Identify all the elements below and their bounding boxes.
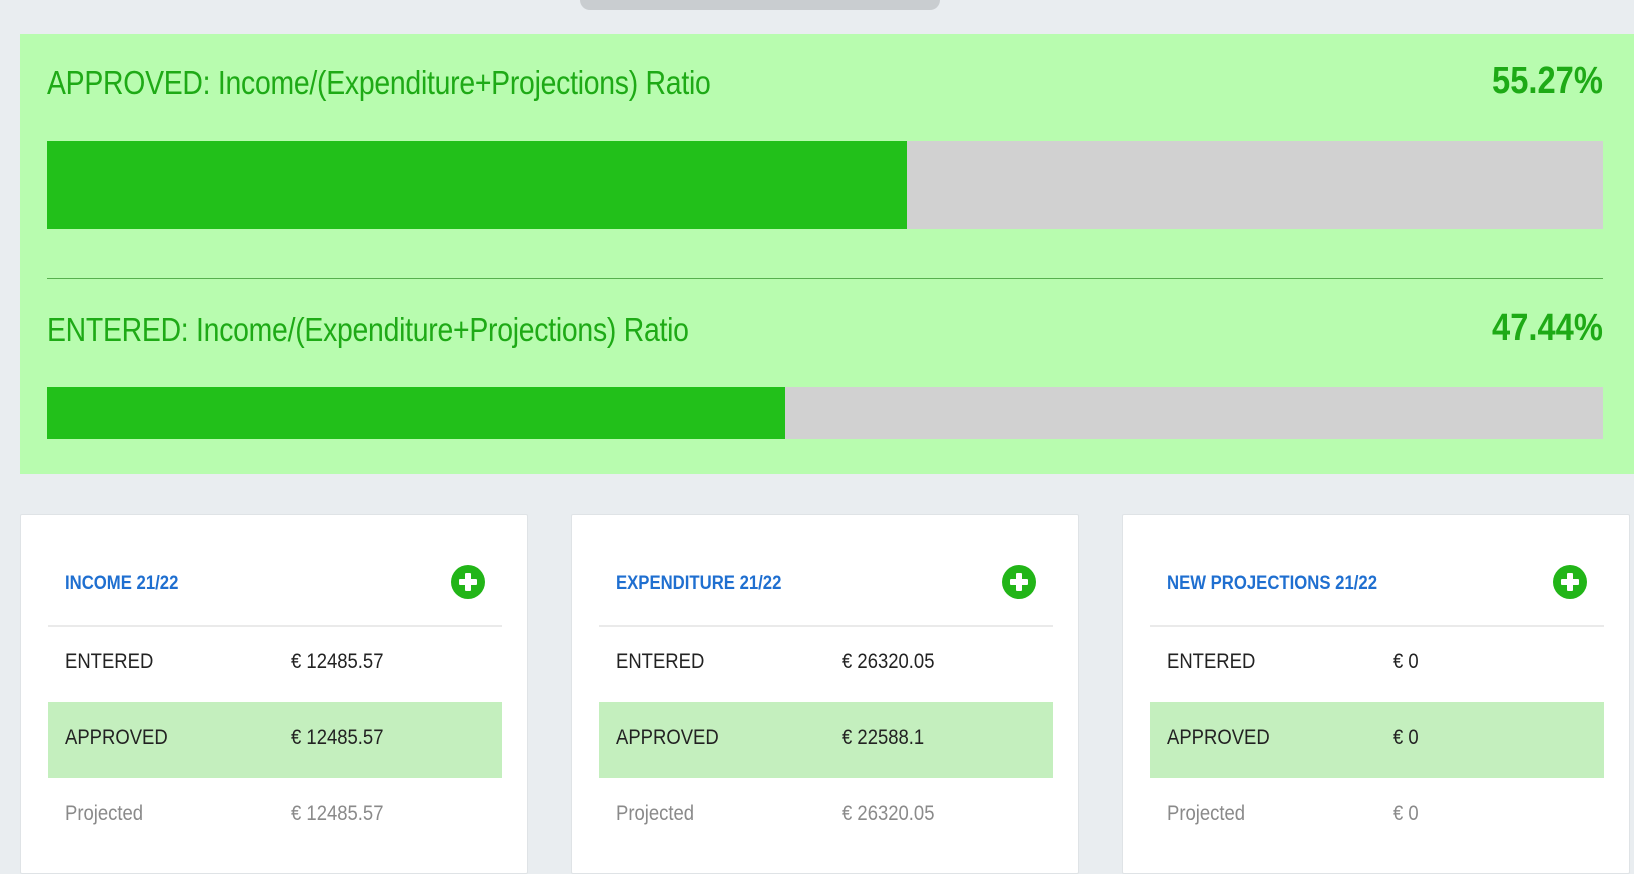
projections-projected-row: Projected € 0 [1150, 778, 1604, 854]
expenditure-entered-row: ENTERED € 26320.05 [599, 626, 1053, 702]
row-value: € 12485.57 [291, 802, 384, 825]
projections-entered-row: ENTERED € 0 [1150, 626, 1604, 702]
new-projections-card: NEW PROJECTIONS 21/22 ENTERED € 0 APPROV… [1122, 514, 1630, 874]
add-projection-button[interactable] [1553, 565, 1587, 599]
row-label: ENTERED [616, 650, 705, 673]
expenditure-approved-row: APPROVED € 22588.1 [599, 702, 1053, 778]
add-income-button[interactable] [451, 565, 485, 599]
approved-ratio-value: 55.27% [1492, 60, 1603, 102]
card-header: INCOME 21/22 [48, 515, 502, 627]
expenditure-projected-row: Projected € 26320.05 [599, 778, 1053, 854]
projections-approved-row: APPROVED € 0 [1150, 702, 1604, 778]
income-entered-row: ENTERED € 12485.57 [48, 626, 502, 702]
entered-ratio-value: 47.44% [1492, 307, 1603, 349]
new-projections-card-title: NEW PROJECTIONS 21/22 [1167, 573, 1377, 594]
row-label: ENTERED [1167, 650, 1256, 673]
approved-ratio-bar-fill [47, 141, 907, 229]
row-label: Projected [616, 802, 695, 825]
row-value: € 0 [1393, 802, 1419, 825]
row-value: € 26320.05 [842, 650, 935, 673]
entered-ratio-bar [47, 387, 1603, 439]
row-value: € 0 [1393, 726, 1419, 749]
card-header: EXPENDITURE 21/22 [599, 515, 1053, 627]
add-expenditure-button[interactable] [1002, 565, 1036, 599]
row-label: APPROVED [65, 726, 168, 749]
approved-ratio-label: APPROVED: Income/(Expenditure+Projection… [47, 64, 711, 101]
entered-ratio-label: ENTERED: Income/(Expenditure+Projections… [47, 311, 689, 348]
row-value: € 12485.57 [291, 726, 384, 749]
entered-ratio-bar-fill [47, 387, 786, 439]
row-label: Projected [1167, 802, 1246, 825]
top-tab-decoration [580, 0, 940, 10]
income-approved-row: APPROVED € 12485.57 [48, 702, 502, 778]
divider [47, 278, 1603, 279]
income-card-title: INCOME 21/22 [65, 573, 179, 594]
row-label: APPROVED [616, 726, 719, 749]
expenditure-card-title: EXPENDITURE 21/22 [616, 573, 782, 594]
income-projected-row: Projected € 12485.57 [48, 778, 502, 854]
row-label: ENTERED [65, 650, 154, 673]
ratio-panel: APPROVED: Income/(Expenditure+Projection… [20, 34, 1634, 474]
row-value: € 12485.57 [291, 650, 384, 673]
row-value: € 26320.05 [842, 802, 935, 825]
card-header: NEW PROJECTIONS 21/22 [1150, 515, 1604, 627]
approved-ratio-bar [47, 141, 1603, 229]
row-label: APPROVED [1167, 726, 1270, 749]
row-label: Projected [65, 802, 144, 825]
expenditure-card: EXPENDITURE 21/22 ENTERED € 26320.05 APP… [571, 514, 1079, 874]
row-value: € 22588.1 [842, 726, 925, 749]
income-card: INCOME 21/22 ENTERED € 12485.57 APPROVED… [20, 514, 528, 874]
row-value: € 0 [1393, 650, 1419, 673]
